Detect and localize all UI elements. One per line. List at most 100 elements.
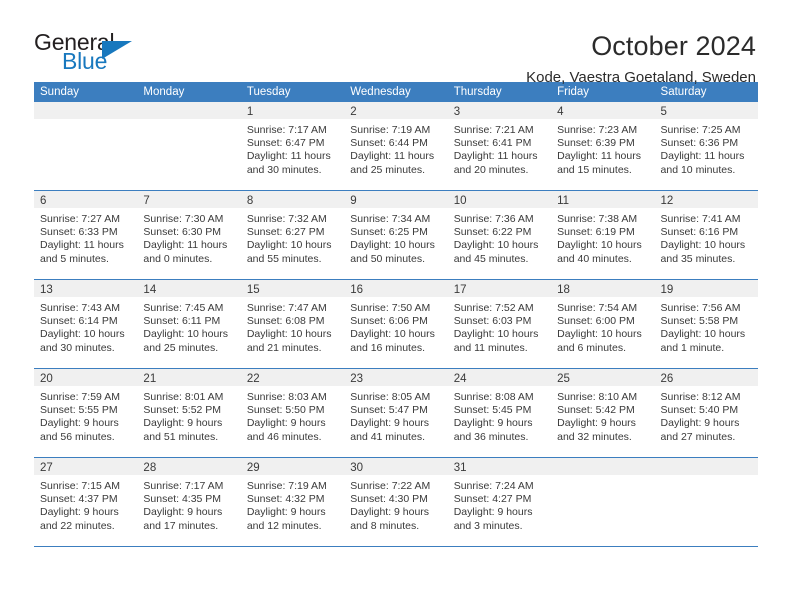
daylight-text: Daylight: 11 hours (350, 150, 435, 163)
calendar-day-cell[interactable]: 24 Sunrise: 8:08 AM Sunset: 5:45 PM Dayligh… (447, 369, 552, 457)
sunset-text: Sunset: 5:45 PM (453, 404, 532, 417)
daylight-text-cont: and 15 minutes. (557, 163, 632, 176)
day-number-band: 10 (447, 191, 552, 208)
calendar-day-cell[interactable]: 14 Sunrise: 7:45 AM Sunset: 6:11 PM Dayligh… (137, 280, 241, 368)
sunset-text: Sunset: 6:36 PM (660, 137, 739, 150)
calendar-day-cell[interactable]: 18 Sunrise: 7:54 AM Sunset: 6:00 PM Dayligh… (551, 280, 655, 368)
sunrise-text: Sunrise: 7:24 AM (453, 480, 534, 492)
day-details: Sunrise: 7:23 AM Sunset: 6:39 PM Daylight:… (551, 119, 654, 177)
sunrise-text: Sunrise: 8:05 AM (350, 391, 431, 403)
day-details: Sunrise: 8:08 AM Sunset: 5:45 PM Daylight:… (448, 386, 551, 444)
calendar-day-cell[interactable]: 31 Sunrise: 7:24 AM Sunset: 4:27 PM Dayligh… (447, 458, 552, 546)
daylight-text: Daylight: 11 hours (453, 150, 538, 163)
calendar-day-cell[interactable]: 3 Sunrise: 7:21 AM Sunset: 6:41 PM Daylight… (447, 102, 552, 190)
day-details: Sunrise: 7:43 AM Sunset: 6:14 PM Daylight:… (34, 297, 137, 355)
calendar-day-cell[interactable]: 11 Sunrise: 7:38 AM Sunset: 6:19 PM Dayligh… (551, 191, 655, 279)
sunrise-text: Sunrise: 7:17 AM (246, 124, 327, 136)
calendar-day-cell[interactable]: 12 Sunrise: 7:41 AM Sunset: 6:16 PM Dayligh… (654, 191, 758, 279)
sunset-text: Sunset: 6:39 PM (557, 137, 635, 150)
day-details: Sunrise: 8:05 AM Sunset: 5:47 PM Daylight:… (344, 386, 447, 444)
day-number-band: 11 (551, 191, 655, 208)
day-details: Sunrise: 7:59 AM Sunset: 5:55 PM Daylight:… (34, 386, 137, 444)
page-title: October 2024 (591, 31, 756, 61)
daylight-text: Daylight: 10 hours (660, 328, 746, 341)
day-number-band: 16 (344, 280, 448, 297)
day-details: Sunrise: 8:01 AM Sunset: 5:52 PM Daylight:… (137, 386, 240, 444)
day-number-band: 19 (654, 280, 758, 297)
calendar-day-cell[interactable]: 7 Sunrise: 7:30 AM Sunset: 6:30 PM Daylight… (137, 191, 241, 279)
sunset-text: Sunset: 6:47 PM (246, 137, 325, 150)
calendar-day-cell[interactable]: 30 Sunrise: 7:22 AM Sunset: 4:30 PM Dayligh… (344, 458, 448, 546)
daylight-text-cont: and 30 minutes. (40, 341, 115, 354)
calendar-day-cell[interactable]: 8 Sunrise: 7:32 AM Sunset: 6:27 PM Daylight… (240, 191, 345, 279)
day-details: Sunrise: 8:10 AM Sunset: 5:42 PM Daylight:… (551, 386, 654, 444)
daylight-text: Daylight: 10 hours (660, 239, 746, 252)
calendar-day-cell[interactable]: 19 Sunrise: 7:56 AM Sunset: 5:58 PM Dayligh… (654, 280, 758, 368)
calendar-day-cell[interactable]: 13 Sunrise: 7:43 AM Sunset: 6:14 PM Dayligh… (34, 280, 138, 368)
sunset-text: Sunset: 6:11 PM (143, 315, 221, 328)
day-details: Sunrise: 7:32 AM Sunset: 6:27 PM Daylight:… (241, 208, 344, 266)
calendar-day-cell[interactable]: 28 Sunrise: 7:17 AM Sunset: 4:35 PM Dayligh… (137, 458, 241, 546)
day-details: Sunrise: 7:17 AM Sunset: 4:35 PM Daylight:… (137, 475, 240, 533)
calendar-day-cell[interactable]: 5 Sunrise: 7:25 AM Sunset: 6:36 PM Daylight… (654, 102, 758, 190)
weekday-header-sunday: Sunday (40, 86, 80, 98)
calendar-day-cell[interactable]: 4 Sunrise: 7:23 AM Sunset: 6:39 PM Daylight… (551, 102, 655, 190)
calendar-day-cell[interactable]: 10 Sunrise: 7:36 AM Sunset: 6:22 PM Dayligh… (447, 191, 552, 279)
daylight-text: Daylight: 9 hours (660, 417, 740, 430)
sunrise-text: Sunrise: 7:47 AM (246, 302, 327, 314)
daylight-text: Daylight: 10 hours (557, 239, 642, 252)
day-number: 20 (40, 373, 53, 385)
sunrise-text: Sunrise: 7:43 AM (40, 302, 120, 314)
day-number: 16 (350, 284, 364, 296)
sunrise-text: Sunrise: 7:21 AM (453, 124, 534, 136)
sunrise-text: Sunrise: 8:03 AM (246, 391, 327, 403)
calendar-day-cell[interactable]: 15 Sunrise: 7:47 AM Sunset: 6:08 PM Dayligh… (240, 280, 345, 368)
day-number-band: 4 (551, 102, 655, 119)
calendar-weeks: 1 Sunrise: 7:17 AM Sunset: 6:47 PM Daylight… (34, 102, 758, 547)
calendar-day-cell[interactable]: 26 Sunrise: 8:12 AM Sunset: 5:40 PM Dayligh… (654, 369, 758, 457)
calendar-day-cell[interactable]: 23 Sunrise: 8:05 AM Sunset: 5:47 PM Dayligh… (344, 369, 448, 457)
daylight-text-cont: and 10 minutes. (660, 163, 736, 176)
daylight-text: Daylight: 9 hours (453, 506, 533, 519)
calendar-day-cell[interactable]: 27 Sunrise: 7:15 AM Sunset: 4:37 PM Dayligh… (34, 458, 138, 546)
calendar-day-cell[interactable]: 22 Sunrise: 8:03 AM Sunset: 5:50 PM Dayligh… (240, 369, 345, 457)
daylight-text-cont: and 25 minutes. (143, 341, 219, 354)
sunrise-text: Sunrise: 7:30 AM (143, 213, 224, 225)
calendar-day-cell[interactable]: 20 Sunrise: 7:59 AM Sunset: 5:55 PM Dayligh… (34, 369, 138, 457)
sunset-text: Sunset: 4:32 PM (246, 493, 325, 506)
sunset-text: Sunset: 6:41 PM (453, 137, 532, 150)
weekday-header-tuesday: Tuesday (246, 86, 291, 98)
daylight-text-cont: and 40 minutes. (557, 252, 632, 265)
calendar-day-cell[interactable]: 17 Sunrise: 7:52 AM Sunset: 6:03 PM Dayligh… (447, 280, 552, 368)
day-number: 18 (557, 284, 570, 296)
sunrise-text: Sunrise: 7:17 AM (143, 480, 224, 492)
sunrise-text: Sunrise: 8:08 AM (453, 391, 534, 403)
calendar-day-cell[interactable]: 16 Sunrise: 7:50 AM Sunset: 6:06 PM Dayligh… (344, 280, 448, 368)
calendar-day-cell[interactable]: 2 Sunrise: 7:19 AM Sunset: 6:44 PM Daylight… (344, 102, 448, 190)
daylight-text-cont: and 51 minutes. (143, 430, 219, 443)
calendar-day-cell[interactable]: 25 Sunrise: 8:10 AM Sunset: 5:42 PM Dayligh… (551, 369, 655, 457)
sunrise-text: Sunrise: 7:25 AM (660, 124, 741, 136)
day-number: 31 (453, 462, 467, 474)
page-header: General Blue October 2024 Kode, Vaestra … (0, 0, 792, 86)
daylight-text-cont: and 1 minute. (660, 341, 725, 354)
day-details: Sunrise: 7:15 AM Sunset: 4:37 PM Daylight:… (34, 475, 137, 533)
calendar-day-cell[interactable]: 9 Sunrise: 7:34 AM Sunset: 6:25 PM Daylight… (344, 191, 448, 279)
sunset-text: Sunset: 5:55 PM (40, 404, 118, 417)
sunrise-text: Sunrise: 7:19 AM (350, 124, 431, 136)
daylight-text: Daylight: 10 hours (40, 328, 125, 341)
day-number-band: 13 (34, 280, 138, 297)
day-number-band: 24 (447, 369, 552, 386)
calendar-week-row: 1 Sunrise: 7:17 AM Sunset: 6:47 PM Daylight… (34, 102, 758, 191)
general-blue-logo[interactable]: General Blue (34, 30, 154, 80)
sunset-text: Sunset: 5:42 PM (557, 404, 635, 417)
calendar-day-cell[interactable]: 6 Sunrise: 7:27 AM Sunset: 6:33 PM Daylight… (34, 191, 138, 279)
daylight-text: Daylight: 11 hours (557, 150, 641, 163)
calendar-day-cell[interactable]: 29 Sunrise: 7:19 AM Sunset: 4:32 PM Dayligh… (240, 458, 345, 546)
day-number-band: 30 (344, 458, 448, 475)
day-number-band: 22 (240, 369, 345, 386)
sunrise-text: Sunrise: 7:41 AM (660, 213, 741, 225)
calendar-day-cell[interactable]: 1 Sunrise: 7:17 AM Sunset: 6:47 PM Daylight… (240, 102, 345, 190)
daylight-text-cont: and 27 minutes. (660, 430, 736, 443)
calendar-day-cell[interactable]: 21 Sunrise: 8:01 AM Sunset: 5:52 PM Dayligh… (137, 369, 241, 457)
